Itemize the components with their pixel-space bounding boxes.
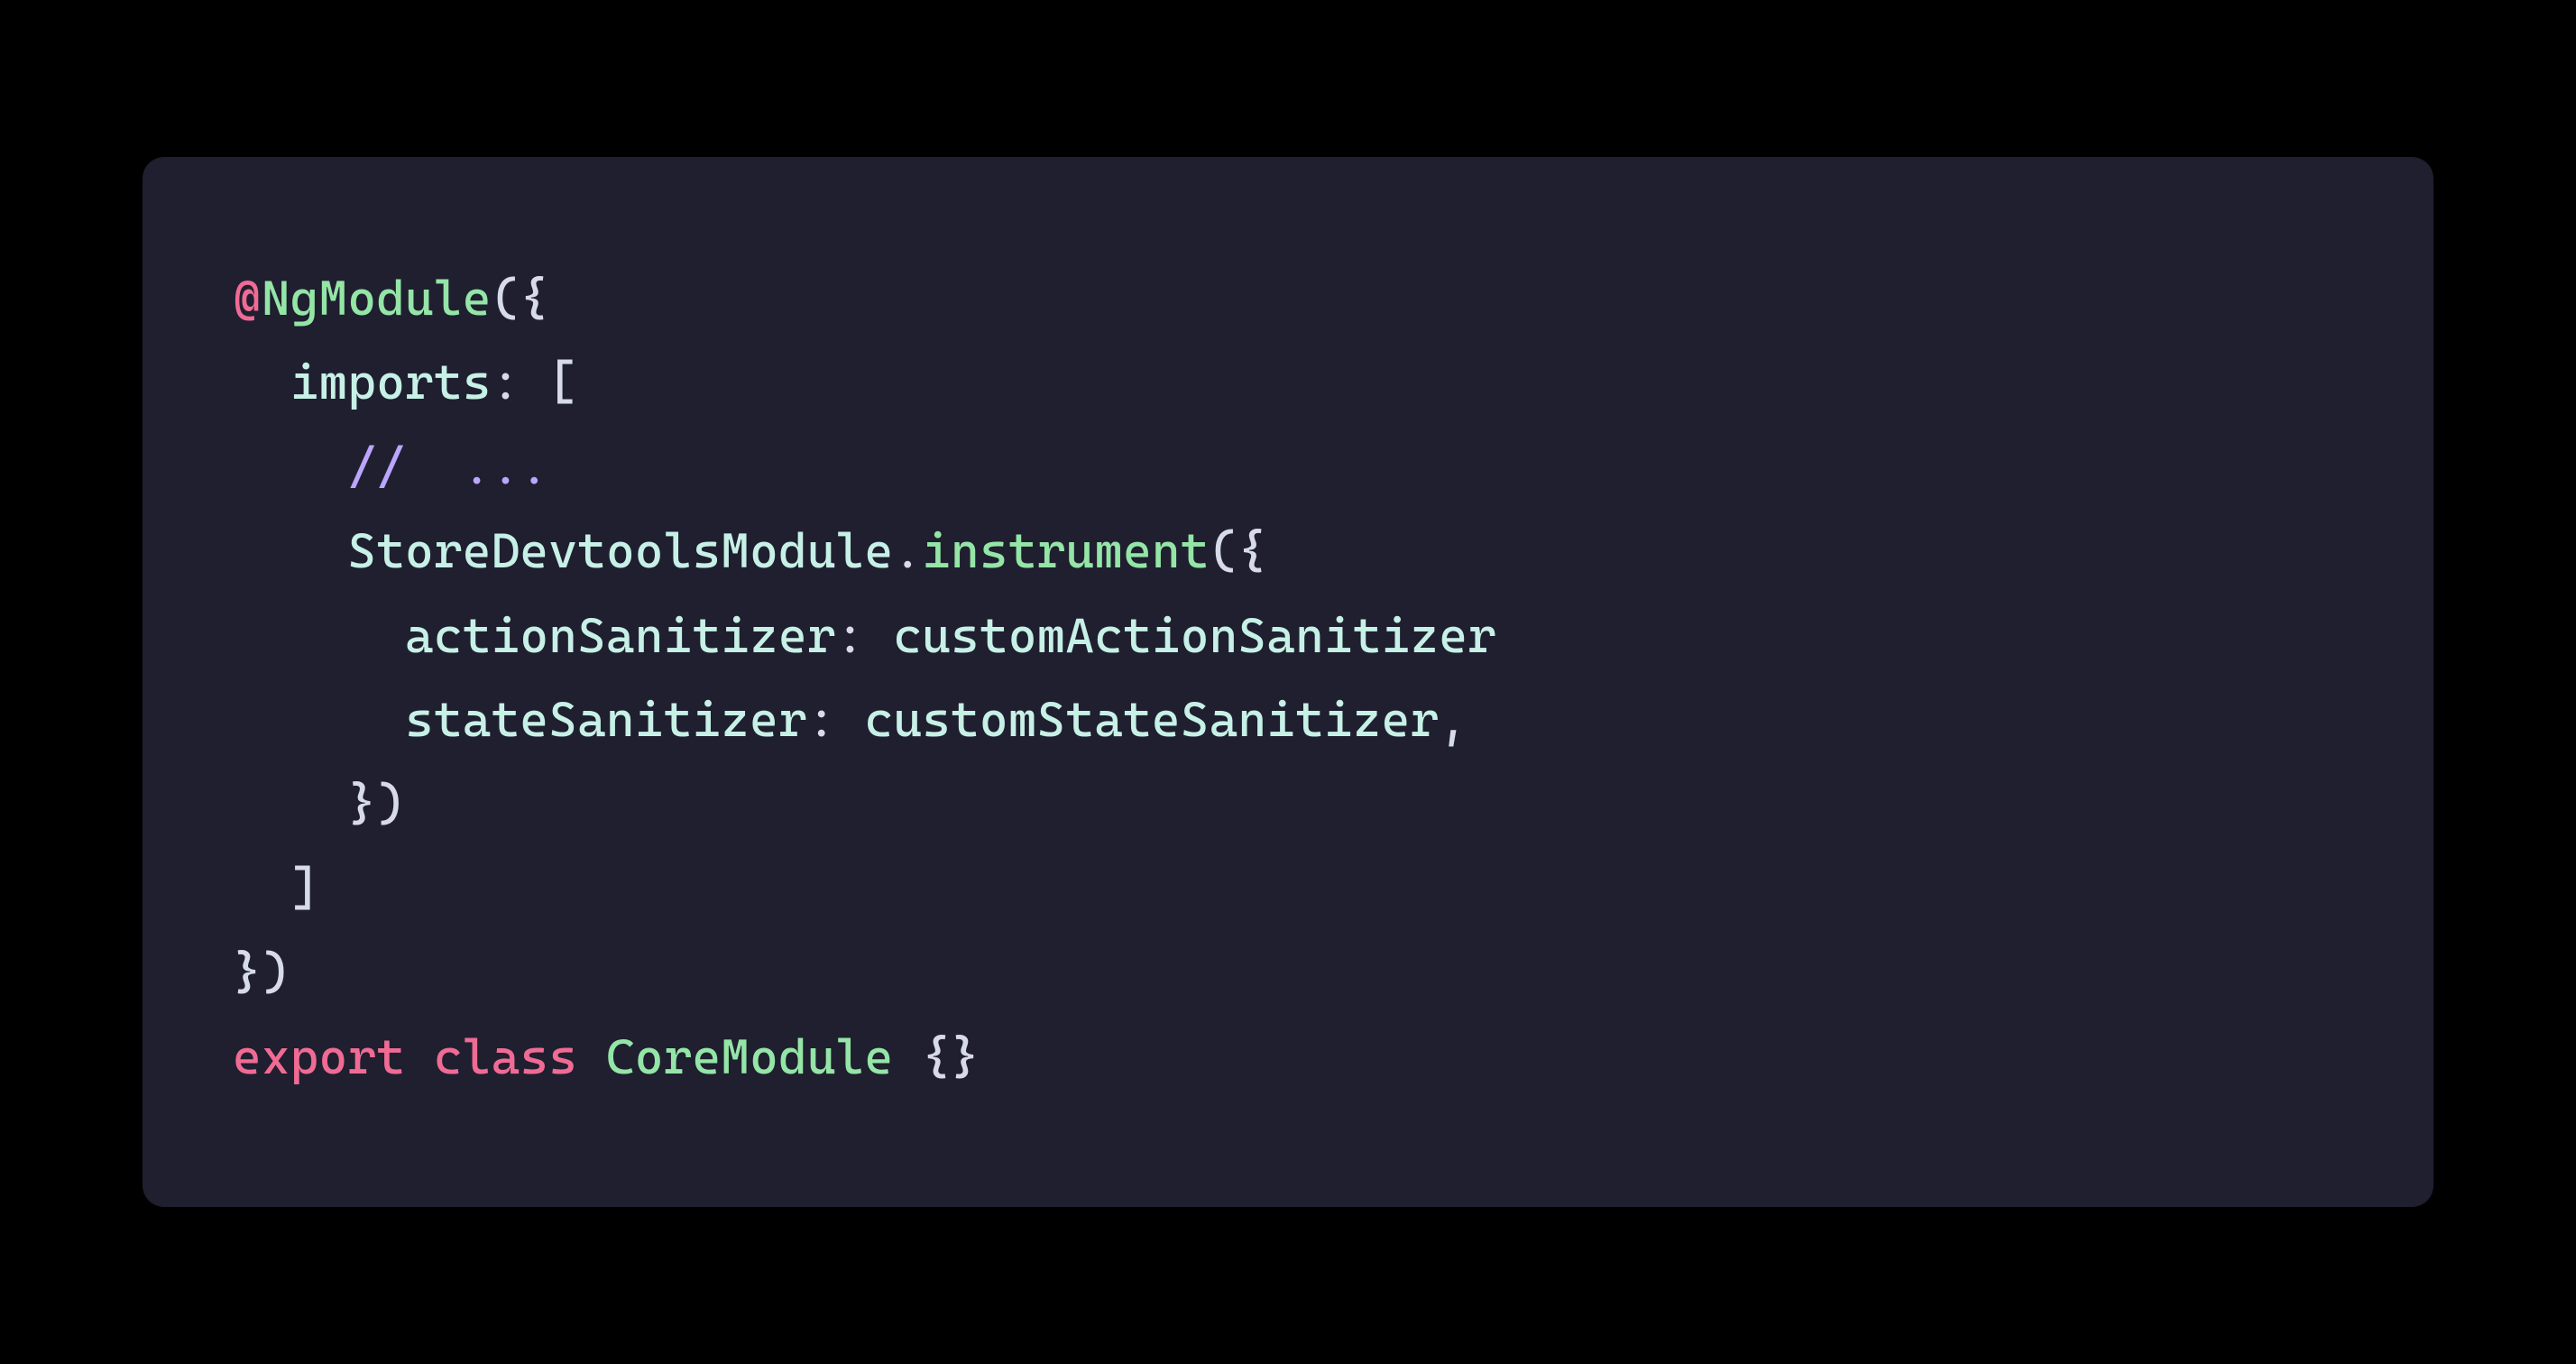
class-core-module: CoreModule	[606, 1028, 893, 1085]
punct-open: ({	[1210, 522, 1267, 579]
value-action-sanitizer: customActionSanitizer	[893, 607, 1496, 664]
indent	[233, 438, 347, 495]
keyword-class: class	[434, 1028, 577, 1085]
dot: .	[893, 522, 922, 579]
punct-open: ({	[492, 270, 549, 327]
colon-bracket: : [	[492, 354, 578, 410]
prop-state-sanitizer: stateSanitizer	[405, 691, 807, 748]
comma: ,	[1439, 691, 1467, 748]
space	[405, 1028, 434, 1085]
punct-close: })	[233, 944, 290, 1000]
punct-close: })	[347, 775, 405, 832]
code-block: @NgModule({ imports: [ // ... StoreDevto…	[233, 256, 2343, 1099]
indent	[233, 691, 405, 748]
space	[577, 1028, 606, 1085]
decorator-name: NgModule	[262, 270, 492, 327]
colon: :	[807, 691, 865, 748]
method-name: instrument	[922, 522, 1209, 579]
indent	[233, 354, 290, 410]
prop-action-sanitizer: actionSanitizer	[405, 607, 836, 664]
space	[893, 1028, 922, 1085]
class-name: StoreDevtoolsModule	[347, 522, 893, 579]
at-symbol: @	[233, 270, 262, 327]
code-panel: @NgModule({ imports: [ // ... StoreDevto…	[143, 157, 2433, 1207]
bracket-close: ]	[290, 860, 319, 917]
empty-braces: {}	[922, 1028, 980, 1085]
indent	[233, 860, 290, 917]
indent	[233, 607, 405, 664]
value-state-sanitizer: customStateSanitizer	[865, 691, 1440, 748]
prop-imports: imports	[290, 354, 492, 410]
indent	[233, 522, 347, 579]
indent	[233, 775, 347, 832]
comment: // ...	[347, 438, 548, 495]
keyword-export: export	[233, 1028, 405, 1085]
colon: :	[836, 607, 894, 664]
